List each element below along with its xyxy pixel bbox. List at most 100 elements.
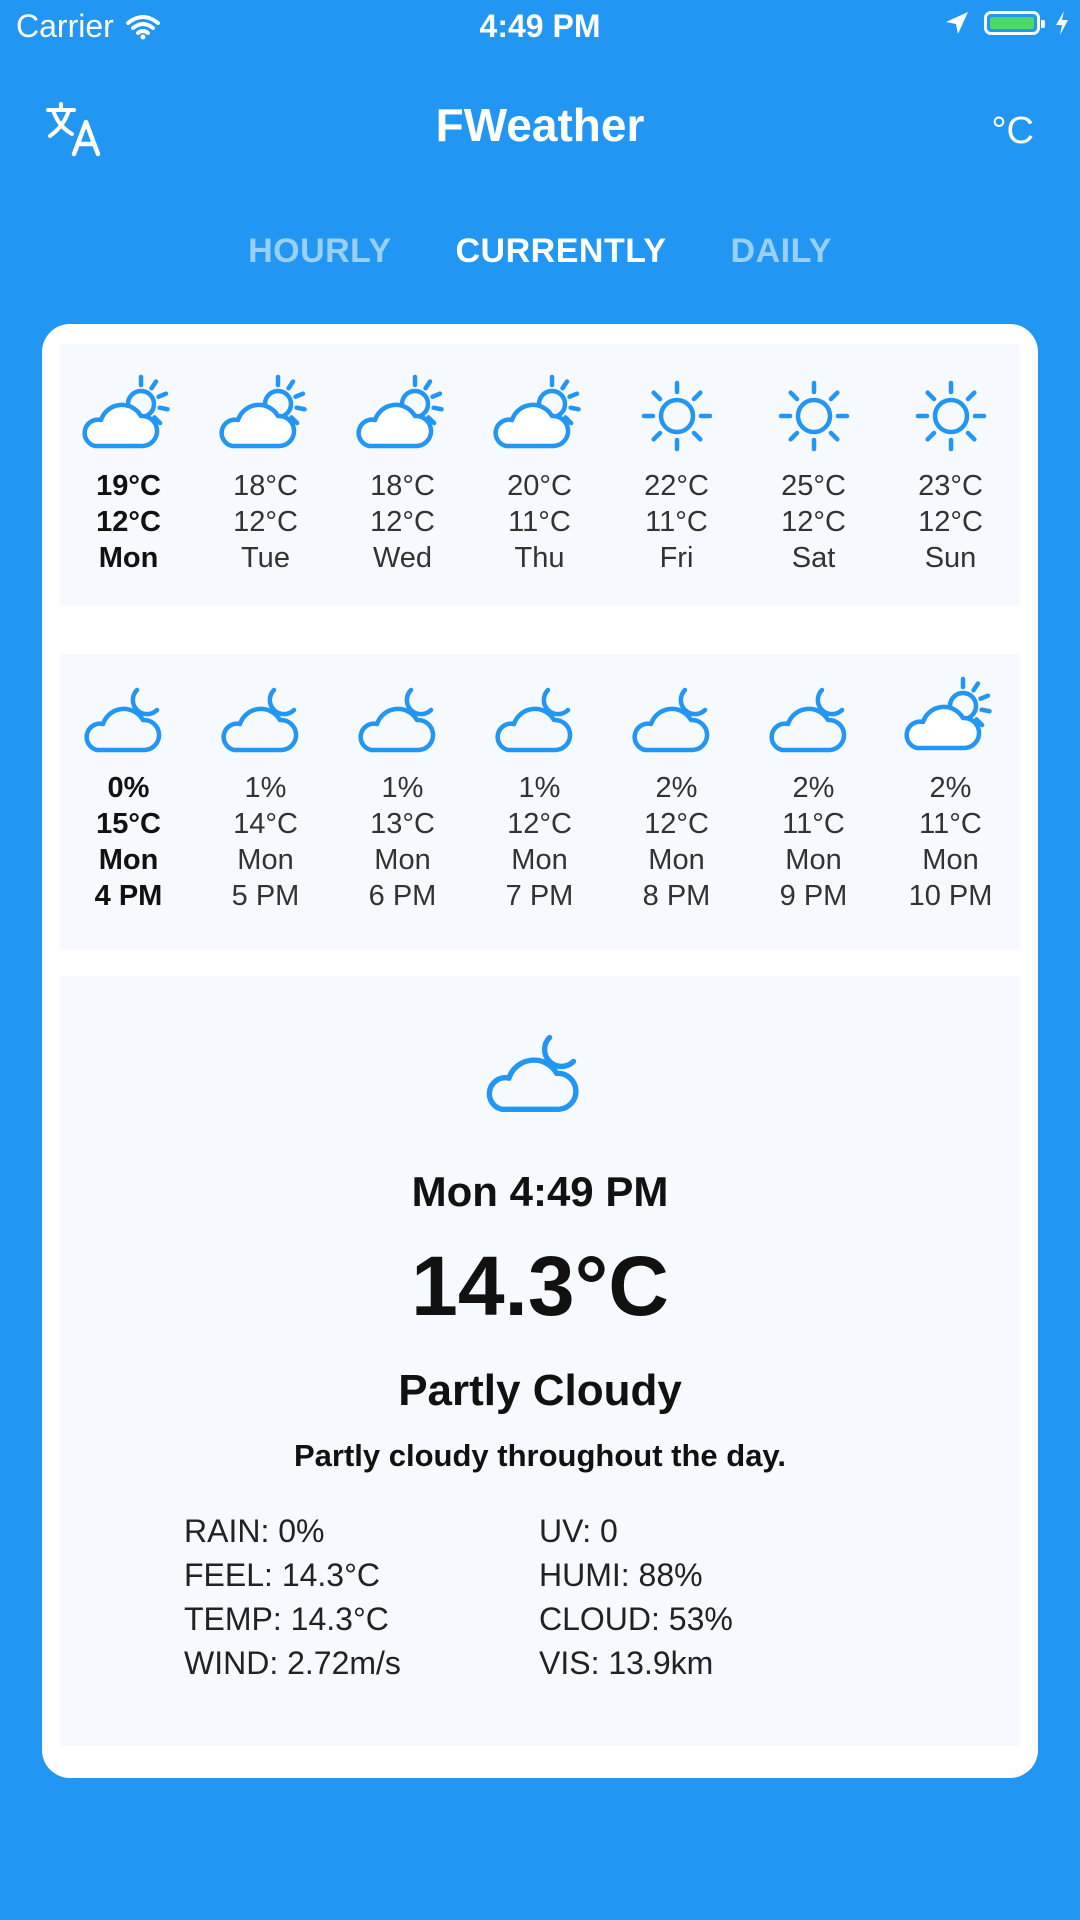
daily-high: 25°C <box>781 470 846 502</box>
daily-low: 12°C <box>918 506 983 538</box>
detail-grid: RAIN: 0% UV: 0 FEEL: 14.3°C HUMI: 88% TE… <box>184 1512 884 1682</box>
hourly-rain: 1% <box>381 772 424 804</box>
daily-item[interactable]: 25°C 12°C Sat <box>745 370 882 576</box>
daily-day: Wed <box>372 542 433 574</box>
current-condition: Partly Cloudy <box>398 1366 682 1415</box>
hourly-time: 8 PM <box>642 880 711 912</box>
battery-level <box>990 17 1034 29</box>
daily-high: 23°C <box>918 470 983 502</box>
current-conditions: Mon 4:49 PM 14.3°C Partly Cloudy Partly … <box>60 976 1020 1746</box>
partly-cloudy-night-icon <box>480 1016 600 1131</box>
status-time: 4:49 PM <box>479 8 601 44</box>
hourly-day: Mon <box>922 844 979 876</box>
hourly-rain: 2% <box>929 772 972 804</box>
hourly-time: 9 PM <box>779 880 848 912</box>
hourly-temp: 13°C <box>370 808 435 840</box>
hourly-rain: 2% <box>792 772 835 804</box>
partly-cloudy-night-icon <box>471 672 608 770</box>
hourly-item[interactable]: 2% 12°C Mon 8 PM <box>608 672 745 914</box>
hourly-item[interactable]: 0% 15°C Mon 4 PM <box>60 672 197 914</box>
detail-feel: FEEL: 14.3°C <box>184 1557 380 1593</box>
sun-icon <box>882 370 1019 468</box>
daily-item[interactable]: 18°C 12°C Tue <box>197 370 334 576</box>
screen: Carrier 4:49 PM FWeather °C HOURLY CURRE… <box>0 0 1080 1920</box>
daily-day: Mon <box>98 542 159 574</box>
daily-high: 20°C <box>507 470 572 502</box>
hourly-time: 7 PM <box>505 880 574 912</box>
current-icon-wrap <box>60 1016 1020 1131</box>
hourly-row: 0% 15°C Mon 4 PM 1% 14°C Mon 5 PM 1% 13°… <box>60 672 1020 914</box>
detail-visibility: VIS: 13.9km <box>539 1645 714 1681</box>
hourly-item[interactable]: 1% 12°C Mon 7 PM <box>471 672 608 914</box>
detail-wind: WIND: 2.72m/s <box>184 1645 401 1681</box>
battery-icon <box>984 11 1045 35</box>
detail-humidity: HUMI: 88% <box>539 1557 703 1593</box>
hourly-day: Mon <box>374 844 431 876</box>
daily-day: Sun <box>924 542 977 574</box>
partly-cloudy-day-icon <box>882 672 1019 770</box>
hourly-temp: 14°C <box>233 808 298 840</box>
detail-cloud: CLOUD: 53% <box>539 1601 733 1637</box>
tab-hourly[interactable]: HOURLY <box>248 232 391 271</box>
tab-daily[interactable]: DAILY <box>731 232 832 271</box>
hourly-rain: 0% <box>107 772 150 804</box>
hourly-day: Mon <box>98 844 159 876</box>
daily-low: 12°C <box>96 506 161 538</box>
daily-item[interactable]: 18°C 12°C Wed <box>334 370 471 576</box>
sun-icon <box>745 370 882 468</box>
hourly-day: Mon <box>785 844 842 876</box>
current-datetime: Mon 4:49 PM <box>411 1168 669 1215</box>
daily-item[interactable]: 20°C 11°C Thu <box>471 370 608 576</box>
daily-day: Thu <box>514 542 565 574</box>
partly-cloudy-night-icon <box>60 672 197 770</box>
daily-high: 22°C <box>644 470 709 502</box>
daily-day: Tue <box>241 542 290 574</box>
daily-low: 12°C <box>233 506 298 538</box>
hourly-temp: 11°C <box>782 808 845 840</box>
hourly-item[interactable]: 1% 13°C Mon 6 PM <box>334 672 471 914</box>
tab-currently[interactable]: CURRENTLY <box>456 232 667 271</box>
hourly-item[interactable]: 2% 11°C Mon 9 PM <box>745 672 882 914</box>
hourly-rain: 1% <box>244 772 287 804</box>
hourly-rain: 1% <box>518 772 561 804</box>
detail-temp: TEMP: 14.3°C <box>184 1601 389 1637</box>
hourly-temp: 15°C <box>96 808 161 840</box>
daily-high: 18°C <box>370 470 435 502</box>
hourly-item[interactable]: 1% 14°C Mon 5 PM <box>197 672 334 914</box>
weather-card: 19°C 12°C Mon 18°C 12°C Tue 18°C 12°C We… <box>42 324 1038 1778</box>
hourly-time: 6 PM <box>368 880 437 912</box>
partly-cloudy-night-icon <box>197 672 334 770</box>
partly-cloudy-day-icon <box>334 370 471 468</box>
unit-toggle-button[interactable]: °C <box>991 110 1034 153</box>
hourly-temp: 12°C <box>644 808 709 840</box>
hourly-day: Mon <box>511 844 568 876</box>
daily-day: Sat <box>791 542 836 574</box>
daily-low: 11°C <box>508 506 571 538</box>
hourly-rain: 2% <box>655 772 698 804</box>
partly-cloudy-day-icon <box>471 370 608 468</box>
hourly-temp: 12°C <box>507 808 572 840</box>
hourly-temp: 11°C <box>919 808 982 840</box>
daily-item[interactable]: 19°C 12°C Mon <box>60 370 197 576</box>
daily-item[interactable]: 22°C 11°C Fri <box>608 370 745 576</box>
hourly-time: 5 PM <box>231 880 300 912</box>
daily-low: 12°C <box>370 506 435 538</box>
charging-bolt-icon <box>1056 11 1068 35</box>
daily-high: 18°C <box>233 470 298 502</box>
daily-item[interactable]: 23°C 12°C Sun <box>882 370 1019 576</box>
daily-high: 19°C <box>96 470 161 502</box>
detail-uv: UV: 0 <box>539 1513 618 1549</box>
partly-cloudy-night-icon <box>334 672 471 770</box>
hourly-day: Mon <box>648 844 705 876</box>
hourly-day: Mon <box>237 844 294 876</box>
status-bar: Carrier 4:49 PM <box>0 0 1080 56</box>
app-title: FWeather <box>435 99 645 151</box>
hourly-time: 4 PM <box>94 880 163 912</box>
daily-low: 12°C <box>781 506 846 538</box>
hourly-forecast: 0% 15°C Mon 4 PM 1% 14°C Mon 5 PM 1% 13°… <box>60 654 1020 950</box>
location-arrow-icon <box>946 12 968 34</box>
hourly-item[interactable]: 2% 11°C Mon 10 PM <box>882 672 1019 914</box>
partly-cloudy-day-icon <box>60 370 197 468</box>
partly-cloudy-day-icon <box>197 370 334 468</box>
daily-row: 19°C 12°C Mon 18°C 12°C Tue 18°C 12°C We… <box>60 370 1020 576</box>
